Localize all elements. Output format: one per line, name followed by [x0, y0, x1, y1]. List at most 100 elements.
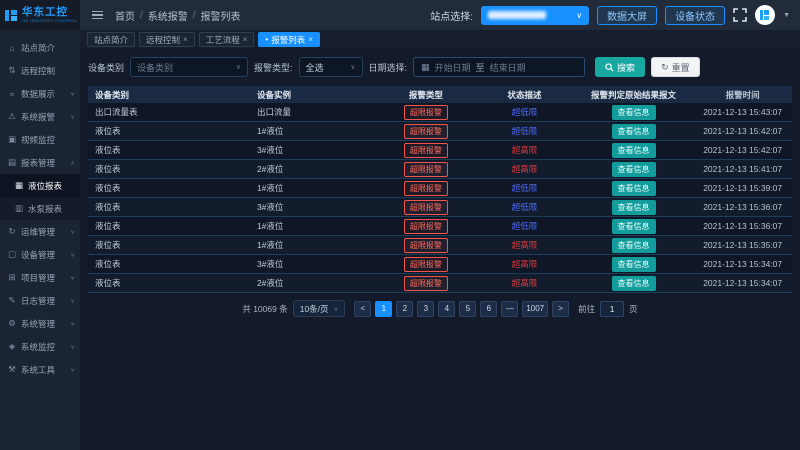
- sidebar-item-remote-control[interactable]: ⇅远程控制: [0, 59, 80, 82]
- tab-site-intro[interactable]: 站点简介: [87, 32, 135, 47]
- sidebar-item-label: 运维管理: [21, 226, 55, 238]
- close-icon[interactable]: ×: [243, 35, 248, 44]
- breadcrumb: 首页/系统报警/报警列表: [115, 8, 241, 23]
- sidebar-item-device-management[interactable]: ▢设备管理∨: [0, 243, 80, 266]
- view-info-button[interactable]: 查看信息: [612, 105, 656, 120]
- cell-alarm-type: 超限报警: [377, 162, 476, 177]
- cell-device-instance: 1#液位: [257, 239, 377, 251]
- page-button-5[interactable]: 5: [459, 301, 476, 317]
- chevron-down-icon: ∨: [70, 366, 75, 372]
- view-info-button[interactable]: 查看信息: [612, 257, 656, 272]
- avatar-caret-icon[interactable]: ▼: [783, 12, 790, 19]
- view-info-button[interactable]: 查看信息: [612, 143, 656, 158]
- device-class-select[interactable]: 设备类别 ∨: [130, 57, 248, 77]
- goto-page-input[interactable]: [600, 301, 624, 317]
- view-info-button[interactable]: 查看信息: [612, 200, 656, 215]
- sidebar-item-label: 报表管理: [21, 157, 55, 169]
- page-button-1[interactable]: 1: [375, 301, 392, 317]
- page-buttons: <123456—1007>: [354, 301, 569, 317]
- site-select-label: 站点选择:: [430, 8, 473, 23]
- cell-report: 查看信息: [574, 162, 694, 177]
- sidebar-item-label: 液位报表: [28, 180, 62, 192]
- sidebar-item-site-intro[interactable]: ⌂站点简介: [0, 36, 80, 59]
- cell-time: 2021-12-13 15:36:07: [693, 221, 792, 231]
- sidebar-item-pump-report[interactable]: ▥水泵报表: [0, 197, 80, 220]
- page-button-2[interactable]: 2: [396, 301, 413, 317]
- table-row: 液位表3#液位超限报警超高限查看信息2021-12-13 15:34:07: [88, 255, 792, 274]
- breadcrumb-item[interactable]: 系统报警: [148, 8, 188, 23]
- sidebar-item-label: 系统报警: [21, 111, 55, 123]
- table-body: 出口流量表出口流量超限报警超低限查看信息2021-12-13 15:43:07液…: [88, 103, 792, 293]
- view-info-button[interactable]: 查看信息: [612, 238, 656, 253]
- view-info-button[interactable]: 查看信息: [612, 181, 656, 196]
- sidebar-item-ops-management[interactable]: ↻ 运维管理 ∨: [0, 220, 80, 243]
- sidebar-item-level-report[interactable]: ▦液位报表: [0, 174, 80, 197]
- page-button-3[interactable]: 3: [417, 301, 434, 317]
- cell-report: 查看信息: [574, 143, 694, 158]
- page-button-4[interactable]: 4: [438, 301, 455, 317]
- alarm-type-badge: 超限报警: [404, 200, 448, 215]
- view-info-button[interactable]: 查看信息: [612, 162, 656, 177]
- cell-time: 2021-12-13 15:42:07: [693, 145, 792, 155]
- data-screen-button[interactable]: 数据大屏: [597, 6, 657, 25]
- search-button[interactable]: 搜索: [595, 57, 645, 77]
- cell-alarm-type: 超限报警: [377, 219, 476, 234]
- sidebar-item-report-management[interactable]: ▤报表管理∧: [0, 151, 80, 174]
- breadcrumb-item[interactable]: 报警列表: [201, 8, 241, 23]
- cell-time: 2021-12-13 15:39:07: [693, 183, 792, 193]
- chevron-down-icon: ∨: [350, 63, 355, 71]
- prev-page-button[interactable]: <: [354, 301, 371, 317]
- chevron-down-icon: ∨: [70, 297, 75, 303]
- top-header: 华东工控 HD INDUSTRY CONTROL 首页/系统报警/报警列表 站点…: [0, 0, 800, 30]
- page-button-1007[interactable]: 1007: [522, 301, 548, 317]
- table-row: 出口流量表出口流量超限报警超低限查看信息2021-12-13 15:43:07: [88, 103, 792, 122]
- alarm-table: 设备类别 设备实例 报警类型 状态描述 报警判定原始结果报文 报警时间 出口流量…: [88, 86, 792, 293]
- device-status-button[interactable]: 设备状态: [665, 6, 725, 25]
- view-info-button[interactable]: 查看信息: [612, 219, 656, 234]
- status-text: 超高限: [512, 258, 538, 270]
- next-page-button[interactable]: >: [552, 301, 569, 317]
- table-row: 液位表1#液位超限报警超低限查看信息2021-12-13 15:39:07: [88, 179, 792, 198]
- tab-process-flow[interactable]: 工艺流程×: [199, 32, 255, 47]
- sidebar-item-system-monitor[interactable]: ◈系统监控∨: [0, 335, 80, 358]
- sidebar-item-system-alarm[interactable]: ⚠系统报警∨: [0, 105, 80, 128]
- breadcrumb-item[interactable]: 首页: [115, 8, 135, 23]
- avatar[interactable]: [755, 5, 775, 25]
- table-row: 液位表2#液位超限报警超高限查看信息2021-12-13 15:41:07: [88, 160, 792, 179]
- tab-remote-control[interactable]: 远程控制×: [139, 32, 195, 47]
- ops-icon: ↻: [7, 226, 17, 237]
- more-pages-button[interactable]: —: [501, 301, 518, 317]
- close-icon[interactable]: ×: [183, 35, 188, 44]
- sidebar-item-project-management[interactable]: ⊞项目管理∨: [0, 266, 80, 289]
- tab-alarm-list[interactable]: •报警列表×: [258, 32, 320, 47]
- report-icon: ▤: [7, 157, 17, 168]
- page-button-6[interactable]: 6: [480, 301, 497, 317]
- page-size-select[interactable]: 10条/页 ∨: [293, 300, 346, 317]
- sidebar-item-video-monitor[interactable]: ▣视频监控: [0, 128, 80, 151]
- alarm-type-badge: 超限报警: [404, 219, 448, 234]
- sidebar-item-log-management[interactable]: ✎日志管理∨: [0, 289, 80, 312]
- view-info-button[interactable]: 查看信息: [612, 276, 656, 291]
- sidebar-item-system-management[interactable]: ⚙系统管理∨: [0, 312, 80, 335]
- cell-time: 2021-12-13 15:35:07: [693, 240, 792, 250]
- cell-status: 超高限: [475, 163, 574, 175]
- tab-label: 站点简介: [94, 34, 128, 46]
- chevron-down-icon: ∨: [70, 228, 75, 234]
- sidebar-item-system-tools[interactable]: ⚒系统工具∨: [0, 358, 80, 381]
- sidebar-item-data-display[interactable]: ≈数据展示∨: [0, 82, 80, 105]
- alarm-type-select[interactable]: 全选 ∨: [299, 57, 363, 77]
- breadcrumb-separator: /: [140, 10, 143, 21]
- cell-status: 超低限: [475, 201, 574, 213]
- chevron-down-icon: ∨: [70, 343, 75, 349]
- status-text: 超高限: [512, 277, 538, 289]
- reset-button[interactable]: ↻ 重置: [651, 57, 700, 77]
- date-range-input[interactable]: ▦ 开始日期 至 结束日期: [413, 57, 585, 77]
- alarm-type-badge: 超限报警: [404, 143, 448, 158]
- menu-collapse-icon[interactable]: [92, 11, 103, 20]
- view-info-button[interactable]: 查看信息: [612, 124, 656, 139]
- site-select-dropdown[interactable]: ∨: [481, 6, 589, 25]
- close-icon[interactable]: ×: [308, 35, 313, 44]
- sidebar-item-label: 设备管理: [21, 249, 55, 261]
- sidebar-item-label: 系统工具: [21, 364, 55, 376]
- fullscreen-icon[interactable]: [733, 8, 747, 22]
